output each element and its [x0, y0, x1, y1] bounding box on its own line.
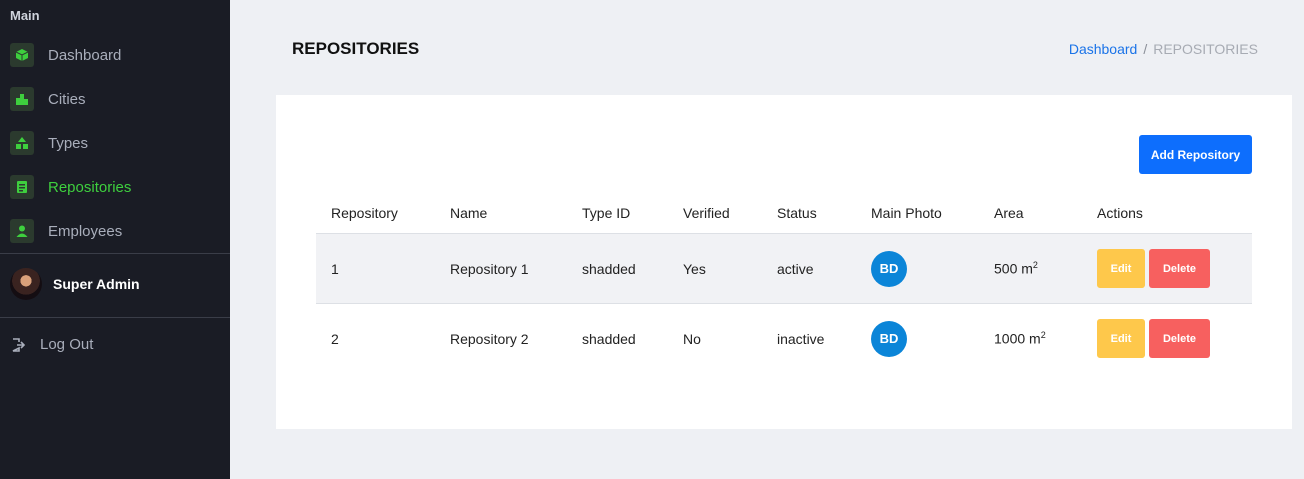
sidebar-item-label: Types — [48, 134, 89, 152]
add-repository-button[interactable]: Add Repository — [1139, 135, 1252, 174]
breadcrumb: Dashboard / REPOSITORIES — [1069, 41, 1258, 57]
column-header: Type ID — [582, 205, 631, 221]
column-header: Verified — [683, 205, 730, 221]
table-row: 2 Repository 2 shadded No inactive BD 10… — [316, 303, 1252, 373]
logout-button[interactable]: Log Out — [10, 336, 93, 353]
cell-type-id: shadded — [567, 233, 668, 304]
cell-main-photo: BD — [856, 303, 979, 373]
user-icon — [10, 219, 34, 243]
delete-button[interactable]: Delete — [1149, 249, 1210, 288]
cell-name: Repository 2 — [435, 303, 567, 373]
cell-type-id: shadded — [567, 303, 668, 373]
cell-name: Repository 1 — [435, 233, 567, 304]
area-unit-superscript: 2 — [1040, 330, 1046, 341]
table-header-row: Repository Name Type ID Verified Status … — [316, 193, 1252, 234]
column-header: Repository — [331, 205, 398, 221]
sidebar-item-cities[interactable]: Cities — [10, 87, 86, 111]
sidebar-item-label: Dashboard — [48, 46, 122, 64]
cell-area: 500 m2 — [979, 233, 1082, 304]
cell-main-photo: BD — [856, 233, 979, 304]
user-name: Super Admin — [53, 276, 140, 292]
edit-button[interactable]: Edit — [1097, 249, 1145, 288]
user-profile[interactable]: Super Admin — [10, 268, 140, 300]
sidebar: Main Dashboard Cities Types Repositories… — [0, 0, 230, 479]
column-header: Area — [994, 205, 1024, 221]
clipboard-icon — [10, 175, 34, 199]
delete-button[interactable]: Delete — [1149, 319, 1210, 358]
sidebar-item-label: Cities — [48, 90, 86, 108]
breadcrumb-separator: / — [1143, 41, 1148, 57]
logout-label: Log Out — [40, 336, 94, 353]
cell-verified: No — [668, 303, 762, 373]
sidebar-item-types[interactable]: Types — [10, 131, 88, 155]
sidebar-item-employees[interactable]: Employees — [10, 219, 122, 243]
avatar — [10, 268, 42, 300]
area-value: 500 m — [994, 260, 1033, 277]
repositories-card: Add Repository Repository Name Type ID V… — [276, 95, 1292, 429]
cell-area: 1000 m2 — [979, 303, 1082, 373]
edit-button[interactable]: Edit — [1097, 319, 1145, 358]
sidebar-item-dashboard[interactable]: Dashboard — [10, 43, 121, 67]
repositories-table: Repository Name Type ID Verified Status … — [316, 193, 1252, 373]
cell-status: active — [762, 233, 856, 304]
area-value: 1000 m — [994, 330, 1041, 347]
table-row: 1 Repository 1 shadded Yes active BD 500… — [316, 233, 1252, 304]
cell-id: 2 — [316, 303, 435, 373]
page-title: REPOSITORIES — [292, 39, 420, 58]
cell-actions: Edit Delete — [1082, 303, 1252, 373]
sidebar-item-label: Repositories — [48, 178, 132, 196]
breadcrumb-dashboard-link[interactable]: Dashboard — [1069, 41, 1138, 57]
cell-actions: Edit Delete — [1082, 233, 1252, 304]
cell-id: 1 — [316, 233, 435, 304]
column-header: Actions — [1097, 205, 1143, 221]
sidebar-divider — [0, 317, 230, 318]
column-header: Main Photo — [871, 205, 942, 221]
cube-icon — [10, 43, 34, 67]
breadcrumb-current: REPOSITORIES — [1153, 41, 1258, 57]
sidebar-heading: Main — [10, 8, 40, 23]
cell-status: inactive — [762, 303, 856, 373]
area-unit-superscript: 2 — [1032, 260, 1038, 271]
buildings-icon — [10, 87, 34, 111]
sidebar-item-label: Employees — [48, 222, 123, 240]
cell-verified: Yes — [668, 233, 762, 304]
shapes-icon — [10, 131, 34, 155]
logout-icon — [12, 337, 26, 352]
sidebar-item-repositories[interactable]: Repositories — [10, 175, 131, 199]
photo-badge[interactable]: BD — [871, 250, 907, 287]
sidebar-divider — [0, 253, 230, 254]
column-header: Name — [450, 205, 488, 221]
column-header: Status — [777, 205, 817, 221]
photo-badge[interactable]: BD — [871, 320, 907, 357]
